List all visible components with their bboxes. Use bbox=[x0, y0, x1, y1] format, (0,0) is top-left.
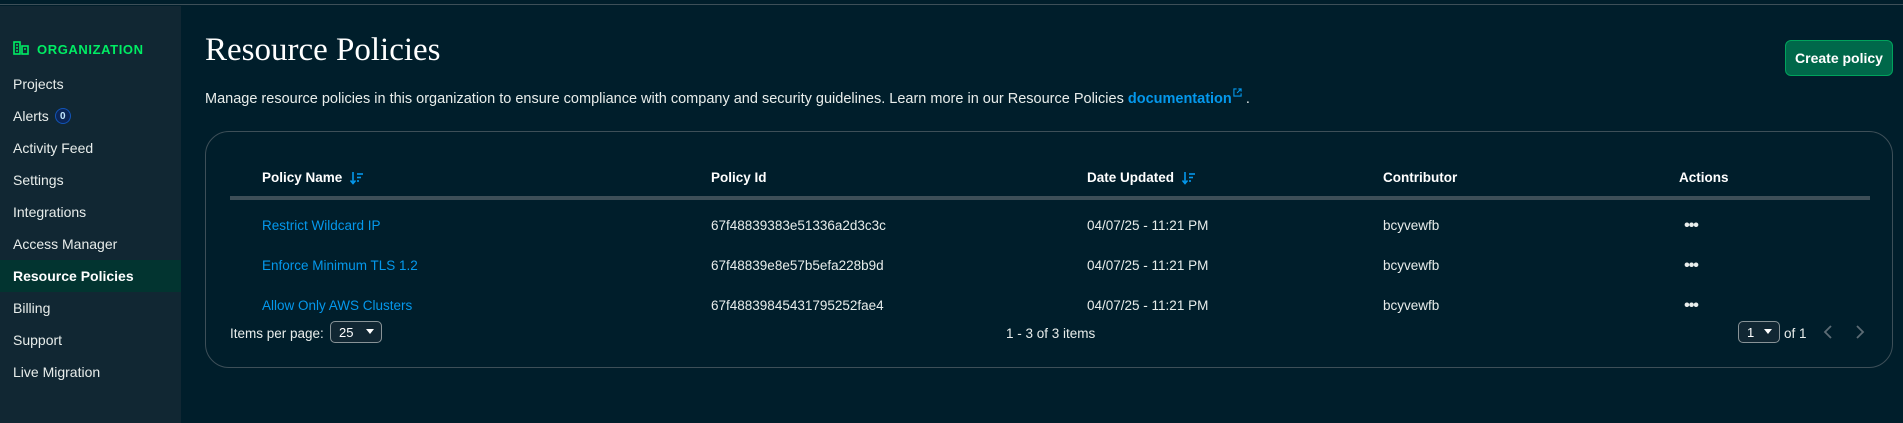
table-row: Enforce Minimum TLS 1.2 67f48839e8e57b5e… bbox=[206, 247, 1894, 287]
page-title: Resource Policies bbox=[205, 32, 441, 68]
contributor: bcyvewfb bbox=[1383, 298, 1440, 313]
external-link-icon bbox=[1233, 88, 1242, 97]
page-value: 1 bbox=[1747, 324, 1755, 340]
table-footer: Items per page: 25 1 - 3 of 3 items 1 of… bbox=[206, 318, 1894, 348]
top-border bbox=[0, 0, 1903, 5]
ellipsis-icon[interactable]: ••• bbox=[1680, 215, 1702, 237]
policy-name-link[interactable]: Restrict Wildcard IP bbox=[262, 218, 381, 233]
policy-name-link[interactable]: Enforce Minimum TLS 1.2 bbox=[262, 258, 418, 273]
alerts-count-badge: 0 bbox=[54, 108, 71, 124]
column-header-contributor: Contributor bbox=[1383, 170, 1458, 185]
policy-id: 67f48839383e51336a2d3c3c bbox=[711, 218, 886, 233]
date-updated: 04/07/25 - 11:21 PM bbox=[1087, 258, 1209, 273]
column-header-date-updated[interactable]: Date Updated bbox=[1087, 170, 1196, 185]
table-row: Restrict Wildcard IP 67f48839383e51336a2… bbox=[206, 207, 1894, 247]
sidebar-item-billing[interactable]: Billing bbox=[0, 292, 181, 324]
page-total: of 1 bbox=[1784, 326, 1807, 341]
policies-table-card: Policy Name Policy Id Date Updated Contr… bbox=[205, 131, 1893, 368]
contributor: bcyvewfb bbox=[1383, 258, 1440, 273]
chevron-down-icon bbox=[1764, 329, 1772, 334]
sidebar-nav: Projects Alerts 0 Activity Feed Settings … bbox=[0, 68, 181, 388]
column-header-policy-id: Policy Id bbox=[711, 170, 767, 185]
items-per-page-label: Items per page: bbox=[230, 326, 324, 341]
items-per-page-select[interactable]: 25 bbox=[330, 321, 382, 343]
pagination-range: 1 - 3 of 3 items bbox=[1006, 326, 1096, 341]
page-select[interactable]: 1 bbox=[1738, 321, 1780, 343]
sidebar: ORGANIZATION Projects Alerts 0 Activity F… bbox=[0, 6, 181, 423]
column-header-actions: Actions bbox=[1679, 170, 1729, 185]
chevron-down-icon bbox=[366, 329, 374, 334]
contributor: bcyvewfb bbox=[1383, 218, 1440, 233]
sidebar-item-live-migration[interactable]: Live Migration bbox=[0, 356, 181, 388]
sidebar-item-integrations[interactable]: Integrations bbox=[0, 196, 181, 228]
sidebar-item-projects[interactable]: Projects bbox=[0, 68, 181, 100]
sidebar-item-alerts[interactable]: Alerts 0 bbox=[0, 100, 181, 132]
date-updated: 04/07/25 - 11:21 PM bbox=[1087, 218, 1209, 233]
header-divider bbox=[230, 196, 1870, 200]
sort-descending-icon[interactable] bbox=[1182, 171, 1196, 185]
sort-descending-icon[interactable] bbox=[350, 171, 364, 185]
sidebar-item-access-manager[interactable]: Access Manager bbox=[0, 228, 181, 260]
sidebar-item-resource-policies[interactable]: Resource Policies bbox=[0, 260, 181, 292]
ellipsis-icon[interactable]: ••• bbox=[1680, 255, 1702, 277]
description-text: Manage resource policies in this organiz… bbox=[205, 90, 1124, 107]
policy-id: 67f48839e8e57b5efa228b9d bbox=[711, 258, 884, 273]
sidebar-item-activity-feed[interactable]: Activity Feed bbox=[0, 132, 181, 164]
items-per-page-value: 25 bbox=[339, 324, 354, 340]
page-description: Manage resource policies in this organiz… bbox=[205, 88, 1250, 107]
policy-id: 67f48839845431795252fae4 bbox=[711, 298, 884, 313]
building-icon bbox=[13, 40, 29, 59]
sidebar-item-support[interactable]: Support bbox=[0, 324, 181, 356]
create-policy-button[interactable]: Create policy bbox=[1785, 40, 1893, 76]
policy-name-link[interactable]: Allow Only AWS Clusters bbox=[262, 298, 412, 313]
chevron-left-icon[interactable] bbox=[1818, 322, 1838, 342]
chevron-right-icon[interactable] bbox=[1850, 322, 1870, 342]
sidebar-item-settings[interactable]: Settings bbox=[0, 164, 181, 196]
documentation-link[interactable]: documentation bbox=[1128, 88, 1242, 107]
date-updated: 04/07/25 - 11:21 PM bbox=[1087, 298, 1209, 313]
organization-header: ORGANIZATION bbox=[13, 39, 144, 59]
description-end: . bbox=[1245, 90, 1250, 107]
column-header-policy-name[interactable]: Policy Name bbox=[262, 170, 364, 185]
organization-label: ORGANIZATION bbox=[37, 41, 144, 57]
ellipsis-icon[interactable]: ••• bbox=[1680, 295, 1702, 317]
